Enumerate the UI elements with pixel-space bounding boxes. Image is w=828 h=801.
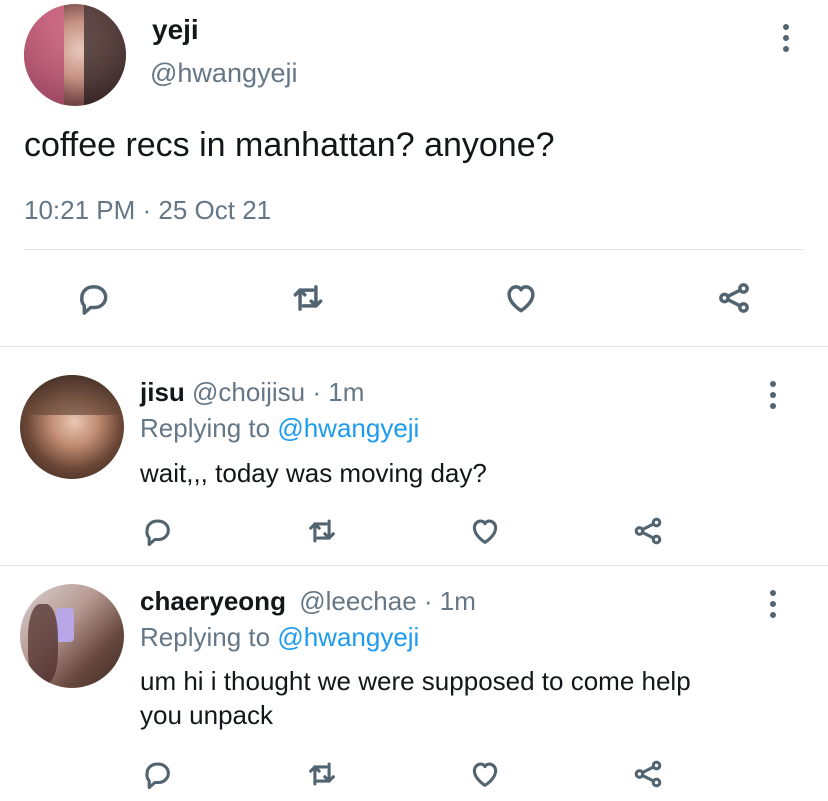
retweet-button[interactable] bbox=[287, 278, 329, 318]
more-options-icon bbox=[783, 24, 789, 30]
replying-to-line: Replying to @hwangyeji bbox=[140, 622, 419, 653]
share-icon bbox=[634, 760, 662, 788]
retweet-button[interactable] bbox=[302, 513, 342, 549]
reply-time: · 1m bbox=[423, 586, 476, 616]
display-name[interactable]: yeji bbox=[152, 14, 199, 46]
user-handle[interactable]: @leechae bbox=[299, 586, 416, 616]
replying-to-label: Replying to bbox=[140, 622, 271, 652]
reply-text: wait,,, today was moving day? bbox=[140, 458, 487, 488]
more-options-button[interactable] bbox=[766, 590, 780, 618]
like-button[interactable] bbox=[465, 513, 505, 549]
reply-icon bbox=[145, 762, 170, 790]
retweet-icon bbox=[309, 762, 335, 786]
reply-header: jisu @choijisu · 1m bbox=[140, 377, 364, 408]
replying-to-label: Replying to bbox=[140, 413, 271, 443]
tweet-timestamp: 10:21 PM · 25 Oct 21 bbox=[24, 195, 272, 225]
share-button[interactable] bbox=[628, 513, 668, 549]
retweet-button[interactable] bbox=[302, 756, 342, 792]
like-icon bbox=[472, 519, 498, 544]
more-options-icon bbox=[770, 381, 776, 387]
display-name[interactable]: jisu bbox=[140, 377, 185, 407]
more-options-icon bbox=[770, 590, 776, 596]
replying-to-handle-link[interactable]: @hwangyeji bbox=[277, 413, 419, 443]
share-button[interactable] bbox=[713, 278, 755, 318]
reply-header: chaeryeong @leechae · 1m bbox=[140, 586, 476, 617]
reply-tweet: chaeryeong @leechae · 1m Replying to @hw… bbox=[0, 566, 828, 801]
like-icon bbox=[472, 762, 498, 787]
reply-button[interactable] bbox=[73, 278, 113, 318]
avatar-jisu[interactable] bbox=[20, 375, 124, 479]
more-options-button[interactable] bbox=[779, 24, 793, 52]
share-button[interactable] bbox=[628, 756, 668, 792]
reply-icon bbox=[145, 519, 170, 547]
like-button[interactable] bbox=[465, 756, 505, 792]
share-icon bbox=[634, 517, 662, 545]
retweet-icon bbox=[293, 285, 323, 311]
share-icon bbox=[719, 283, 749, 313]
replying-to-line: Replying to @hwangyeji bbox=[140, 413, 419, 444]
like-button[interactable] bbox=[500, 278, 542, 318]
reply-button[interactable] bbox=[138, 513, 176, 549]
avatar-yeji[interactable] bbox=[24, 4, 126, 106]
tweet-text: coffee recs in manhattan? anyone? bbox=[24, 126, 555, 164]
display-name[interactable]: chaeryeong bbox=[140, 586, 286, 616]
like-icon bbox=[507, 285, 535, 313]
retweet-icon bbox=[309, 519, 335, 543]
reply-time: · 1m bbox=[312, 377, 365, 407]
divider bbox=[24, 249, 804, 250]
replying-to-handle-link[interactable]: @hwangyeji bbox=[277, 622, 419, 652]
avatar-chaeryeong[interactable] bbox=[20, 584, 124, 688]
reply-tweet: jisu @choijisu · 1m Replying to @hwangye… bbox=[0, 347, 828, 565]
more-options-button[interactable] bbox=[766, 381, 780, 409]
reply-icon bbox=[80, 285, 108, 315]
user-handle[interactable]: @choijisu bbox=[192, 377, 305, 407]
reply-button[interactable] bbox=[138, 756, 176, 792]
main-tweet: yeji @hwangyeji coffee recs in manhattan… bbox=[0, 0, 828, 345]
reply-text-line-1: um hi i thought we were supposed to come… bbox=[140, 666, 691, 696]
user-handle[interactable]: @hwangyeji bbox=[150, 58, 298, 89]
reply-text-line-2: you unpack bbox=[140, 700, 273, 730]
